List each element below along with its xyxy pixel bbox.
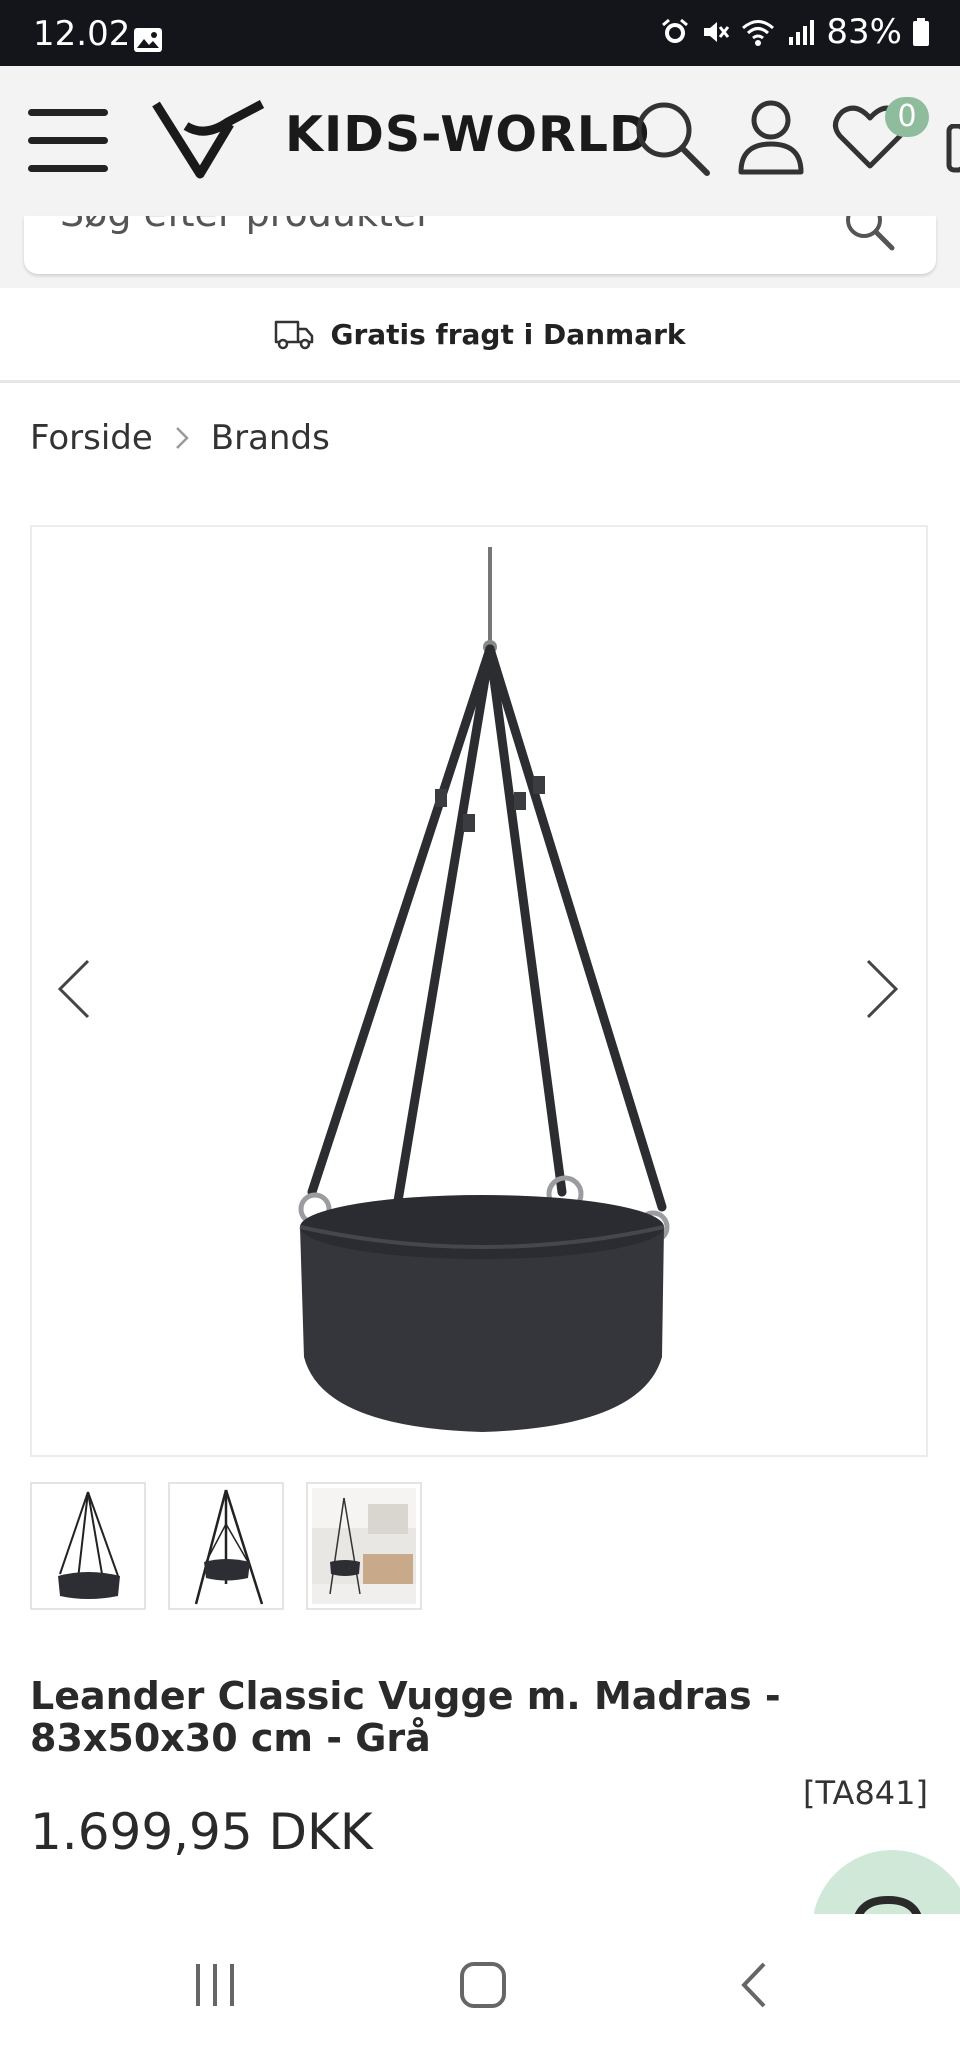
- search-bar: [0, 216, 960, 288]
- status-icons: 83%: [660, 12, 930, 52]
- product-sku: [TA841]: [803, 1774, 928, 1812]
- search-icon[interactable]: [632, 98, 712, 178]
- breadcrumb-chevron-icon: [175, 427, 189, 449]
- alarm-icon: [662, 18, 689, 43]
- thumbnail-3[interactable]: [306, 1482, 422, 1610]
- thumbnail-image: [194, 1489, 264, 1605]
- product-title: Leander Classic Vugge m. Madras - 83x50x…: [30, 1674, 781, 1760]
- account-icon[interactable]: [736, 98, 806, 178]
- breadcrumb-brands[interactable]: Brands: [211, 418, 330, 458]
- thumbnail-image: [312, 1488, 416, 1604]
- truck-icon: [275, 320, 314, 350]
- thumbnail-1[interactable]: [30, 1482, 146, 1610]
- status-time: 12.02: [33, 14, 131, 54]
- breadcrumb-home[interactable]: Forside: [30, 418, 153, 458]
- cart-icon[interactable]: [946, 124, 960, 174]
- signal-icon: [789, 20, 815, 45]
- product-price: 1.699,95 DKK: [30, 1803, 373, 1861]
- status-bar: 12.02 83%: [0, 0, 960, 66]
- thumbnail-image: [58, 1491, 120, 1599]
- back-icon[interactable]: [738, 1960, 770, 2010]
- gallery-notification-icon: [134, 28, 162, 52]
- recents-icon[interactable]: [190, 1960, 240, 2010]
- battery-icon: [913, 18, 929, 46]
- search-input[interactable]: [58, 216, 842, 236]
- thumbnail-2[interactable]: [168, 1482, 284, 1610]
- breadcrumb: Forside Brands: [30, 418, 330, 458]
- chevron-left-icon[interactable]: [54, 957, 94, 1021]
- wishlist-count-badge: 0: [885, 97, 929, 137]
- search-submit-icon[interactable]: [842, 216, 898, 254]
- battery-percent: 83%: [826, 12, 902, 52]
- system-navigation-bar: [0, 1914, 960, 2059]
- site-header: KIDS-WORLD 0: [0, 66, 960, 216]
- product-image-main[interactable]: [30, 525, 928, 1457]
- mute-icon: [704, 22, 730, 42]
- product-image: [298, 547, 670, 1432]
- brand-name: KIDS-WORLD: [285, 106, 651, 163]
- wifi-icon: [742, 20, 775, 46]
- home-icon[interactable]: [458, 1960, 508, 2010]
- chevron-right-icon[interactable]: [862, 957, 902, 1021]
- menu-icon[interactable]: [28, 109, 108, 175]
- search-field[interactable]: [24, 216, 936, 274]
- shipping-text: Gratis fragt i Danmark: [330, 317, 686, 351]
- shipping-banner: Gratis fragt i Danmark: [0, 288, 960, 383]
- logo-icon[interactable]: [150, 96, 270, 182]
